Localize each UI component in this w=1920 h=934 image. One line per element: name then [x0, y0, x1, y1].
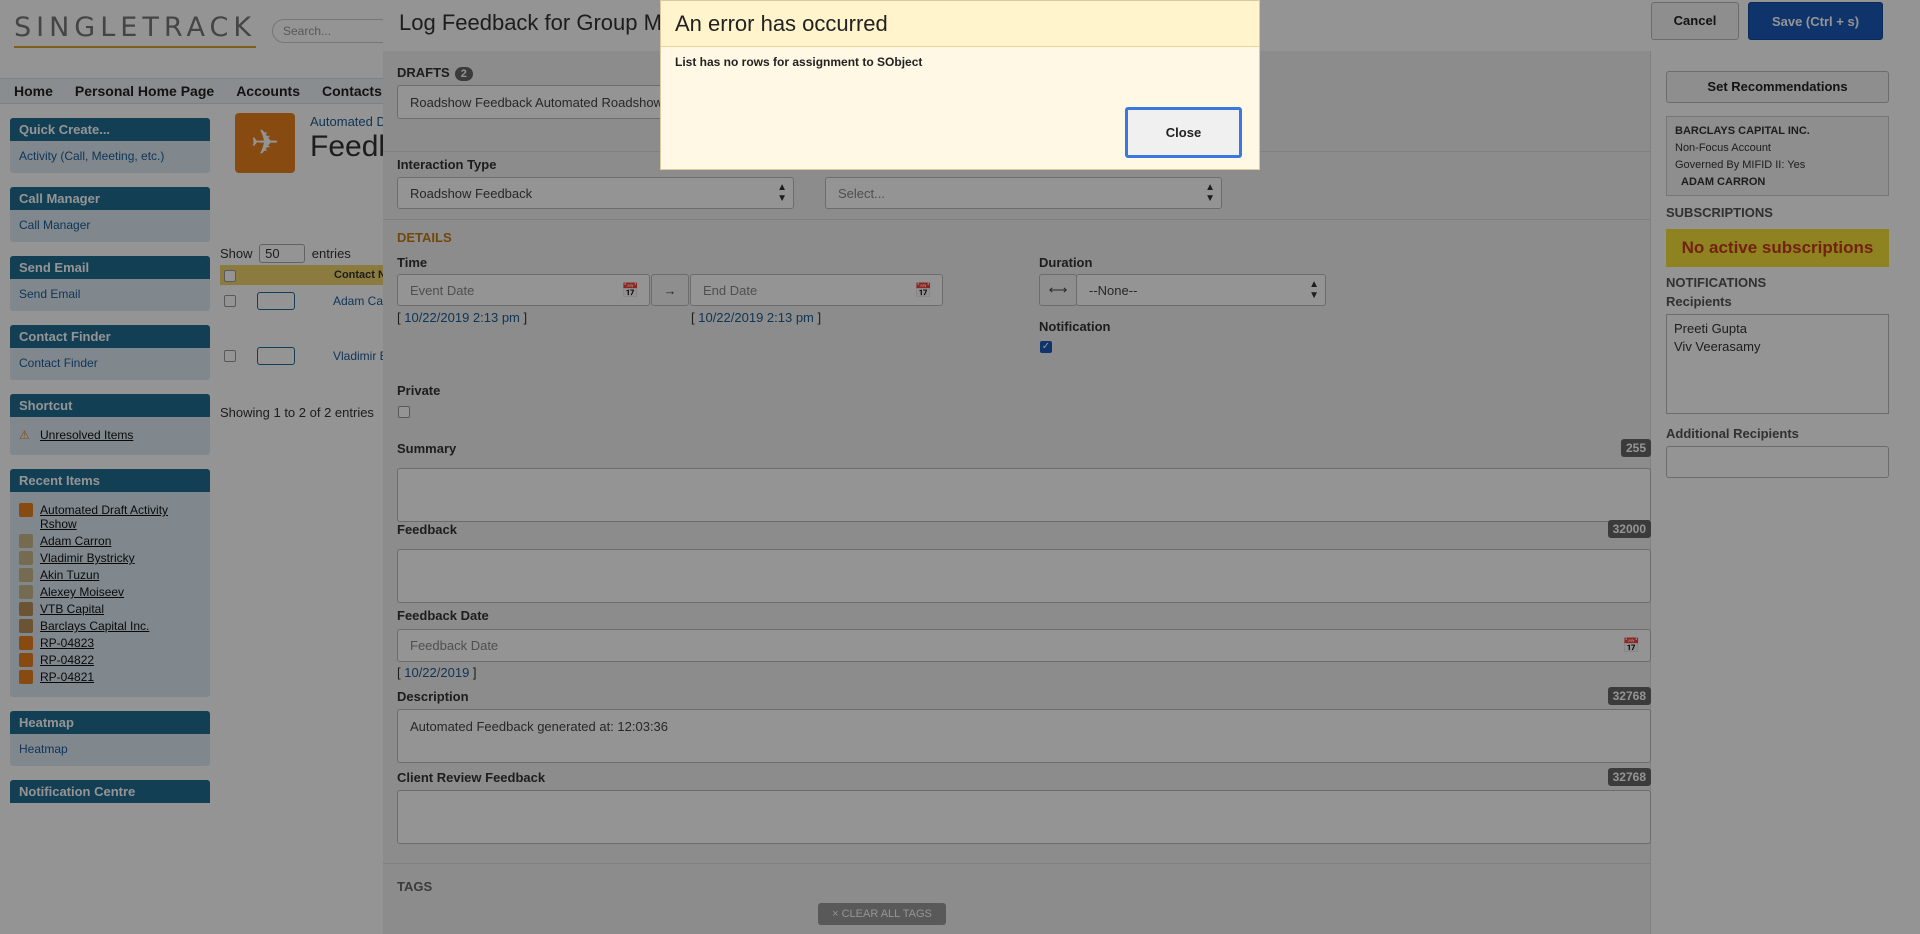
error-dialog-title: An error has occurred: [661, 1, 1259, 47]
close-button[interactable]: Close: [1125, 107, 1242, 158]
error-message: List has no rows for assignment to SObje…: [675, 55, 923, 69]
error-dialog: An error has occurred List has no rows f…: [660, 0, 1260, 170]
